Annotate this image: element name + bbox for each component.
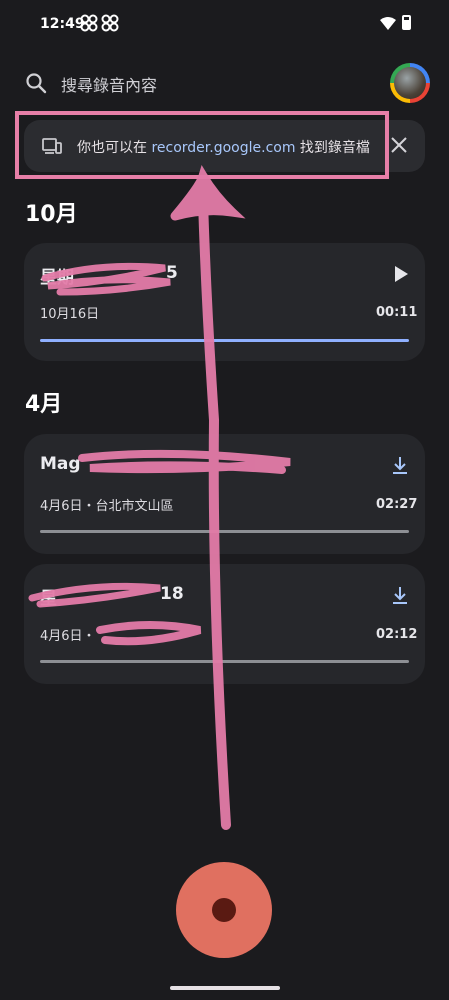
recording-title-tail: 5 <box>166 263 178 283</box>
progress-track[interactable] <box>40 660 409 663</box>
search-icon[interactable] <box>25 72 47 94</box>
arrow-head <box>170 164 246 221</box>
month-header: 4月 <box>25 392 63 417</box>
close-icon[interactable] <box>388 134 410 156</box>
recording-title: 星 <box>40 589 57 609</box>
recording-card[interactable] <box>24 564 425 684</box>
fan-icon <box>80 14 98 32</box>
download-icon[interactable] <box>389 584 411 606</box>
status-time: 12:49 <box>40 16 85 32</box>
recording-card[interactable] <box>24 434 425 554</box>
recording-duration: 00:11 <box>376 305 418 320</box>
recording-title-tail: 18 <box>160 584 184 604</box>
battery-icon <box>402 15 411 30</box>
highlight-box <box>15 111 389 179</box>
recording-title: Mag <box>40 454 81 474</box>
record-button[interactable] <box>176 862 272 958</box>
status-bar: 12:49 <box>0 0 449 50</box>
progress-track[interactable] <box>40 530 409 533</box>
month-header: 10月 <box>25 202 78 227</box>
play-icon[interactable] <box>390 263 412 285</box>
recording-duration: 02:12 <box>376 627 418 642</box>
recording-duration: 02:27 <box>376 497 418 512</box>
recording-meta: 4月6日・ <box>40 629 96 644</box>
gesture-bar <box>170 986 280 990</box>
recording-meta: 10月16日 <box>40 307 100 322</box>
progress-track[interactable] <box>40 339 409 342</box>
recording-title: 星期 <box>40 268 74 288</box>
wifi-icon <box>380 17 396 30</box>
record-dot-icon <box>212 898 236 922</box>
fan-icon <box>101 14 119 32</box>
download-icon[interactable] <box>389 454 411 476</box>
recording-meta: 4月6日・台北市文山區 <box>40 499 174 514</box>
recording-card[interactable] <box>24 243 425 361</box>
search-input[interactable]: 搜尋錄音內容 <box>61 72 157 96</box>
avatar[interactable] <box>390 63 430 103</box>
